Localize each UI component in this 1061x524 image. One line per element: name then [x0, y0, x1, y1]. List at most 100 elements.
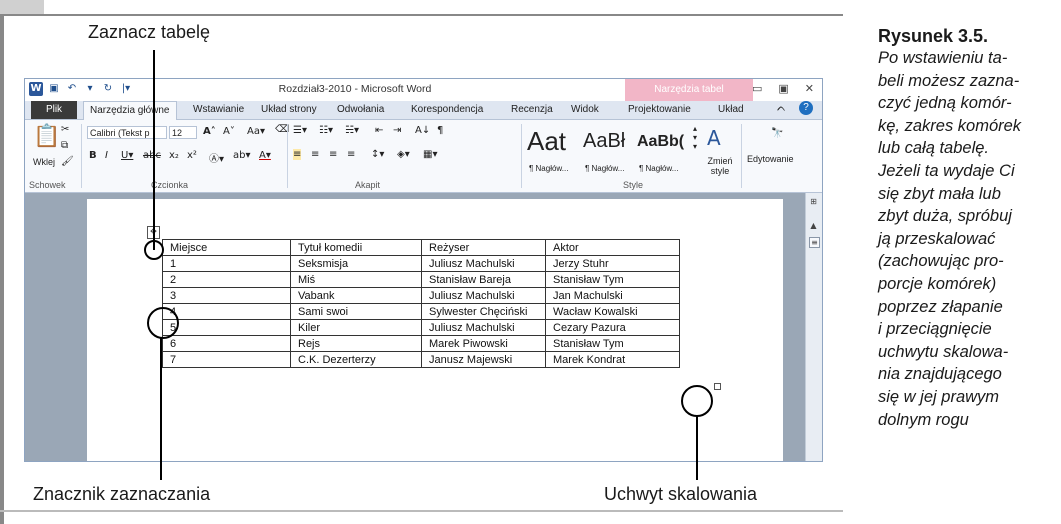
table-cell[interactable]: 4	[162, 303, 291, 320]
subscript-icon[interactable]: x₂	[169, 150, 179, 161]
styles-scroll-icon[interactable]: ▴ ▾ ▾	[693, 124, 697, 151]
tab-view[interactable]: Widok	[571, 104, 599, 115]
tab-review[interactable]: Recenzja	[511, 104, 553, 115]
style-heading-1[interactable]: AaBł ¶ Nagłów...	[583, 124, 633, 176]
minimize-icon[interactable]: ▭	[752, 82, 762, 95]
table-cell[interactable]: Seksmisja	[290, 255, 422, 272]
copy-icon[interactable]: ⧉	[61, 140, 68, 151]
table-cell[interactable]: Marek Kondrat	[545, 351, 680, 368]
increase-indent-icon[interactable]: ⇥	[393, 125, 401, 136]
font-color-icon[interactable]: A▾	[259, 150, 271, 161]
table-cell[interactable]: Sami swoi	[290, 303, 422, 320]
table-row[interactable]: 2 Miś Stanisław Bareja Stanisław Tym	[162, 271, 680, 288]
bold-icon[interactable]: B	[89, 150, 97, 161]
superscript-icon[interactable]: x²	[187, 150, 197, 161]
table-cell[interactable]: Sylwester Chęciński	[421, 303, 546, 320]
bullets-icon[interactable]: ☰▾	[293, 125, 307, 136]
table-cell[interactable]: Miś	[290, 271, 422, 288]
tab-references[interactable]: Odwołania	[337, 104, 384, 115]
paste-button[interactable]: Wklej	[33, 157, 55, 167]
scroll-thumb[interactable]: ≡	[809, 237, 820, 248]
scroll-up-icon[interactable]: ▲	[809, 221, 818, 230]
table-cell[interactable]: Stanisław Tym	[545, 271, 680, 288]
comedies-table[interactable]: Miejsce Tytuł komedii Reżyser Aktor 1 Seksmis…	[162, 239, 680, 368]
document-page[interactable]: ✥ MiejsceTytuł komediiReżyserAktor1Seksm…	[87, 199, 783, 461]
tab-home[interactable]: Narzędzia główne	[83, 101, 177, 120]
vertical-scrollbar[interactable]: ⊞ ▲ ≡	[805, 193, 822, 461]
format-painter-icon[interactable]: 🖌	[61, 156, 74, 167]
table-cell[interactable]: 1	[162, 255, 291, 272]
align-right-icon[interactable]: ≡	[329, 149, 337, 160]
table-cell[interactable]: Jerzy Stuhr	[545, 255, 680, 272]
table-cell[interactable]: Kiler	[290, 319, 422, 336]
font-name-select[interactable]: Calibri (Tekst p	[87, 126, 167, 139]
borders-icon[interactable]: ▦▾	[423, 149, 437, 160]
tab-design[interactable]: Projektowanie	[628, 104, 691, 115]
table-header-cell[interactable]: Tytuł komedii	[290, 239, 422, 256]
line-spacing-icon[interactable]: ↕▾	[371, 149, 384, 160]
table-cell[interactable]: Vabank	[290, 287, 422, 304]
tab-insert[interactable]: Wstawianie	[193, 104, 244, 115]
underline-icon[interactable]: U▾	[121, 150, 133, 161]
strikethrough-icon[interactable]: abc	[143, 150, 161, 161]
show-marks-icon[interactable]: ¶	[437, 125, 443, 136]
style-normal[interactable]: Aat ¶ Nagłów...	[527, 124, 577, 176]
style-heading-2[interactable]: AaBb( ¶ Nagłów...	[637, 124, 691, 176]
table-cell[interactable]: Jan Machulski	[545, 287, 680, 304]
table-cell[interactable]: Janusz Majewski	[421, 351, 546, 368]
table-row[interactable]: 4 Sami swoi Sylwester Chęciński Wacław Kowa…	[162, 303, 680, 320]
justify-icon[interactable]: ≡	[347, 149, 355, 160]
change-styles-button[interactable]: Zmień style	[705, 156, 735, 176]
table-cell[interactable]: Stanisław Tym	[545, 335, 680, 352]
help-icon[interactable]: ?	[799, 101, 813, 115]
ruler-toggle-icon[interactable]: ⊞	[809, 197, 818, 206]
table-row[interactable]: 7 C.K. Dezerterzy Janusz Majewski Marek Kon…	[162, 351, 680, 368]
table-row[interactable]: 1 Seksmisja Juliusz Machulski Jerzy Stuhr	[162, 255, 680, 272]
table-header-cell[interactable]: Miejsce	[162, 239, 291, 256]
editing-button[interactable]: Edytowanie	[747, 154, 794, 164]
table-cell[interactable]: C.K. Dezerterzy	[290, 351, 422, 368]
table-cell[interactable]: Juliusz Machulski	[421, 287, 546, 304]
table-cell[interactable]: 6	[162, 335, 291, 352]
tab-mailings[interactable]: Korespondencja	[411, 104, 483, 115]
maximize-icon[interactable]: ▣	[778, 82, 788, 95]
align-center-icon[interactable]: ≡	[311, 149, 319, 160]
tab-page-layout[interactable]: Układ strony	[261, 104, 317, 115]
shrink-font-icon[interactable]: A˅	[223, 126, 235, 137]
table-cell[interactable]: 2	[162, 271, 291, 288]
decrease-indent-icon[interactable]: ⇤	[375, 125, 383, 136]
table-resize-handle[interactable]	[714, 383, 721, 390]
table-cell[interactable]: Juliusz Machulski	[421, 319, 546, 336]
numbering-icon[interactable]: ☷▾	[319, 125, 333, 136]
cut-icon[interactable]: ✂	[61, 124, 69, 135]
paste-icon[interactable]: 📋	[33, 124, 60, 149]
table-cell[interactable]: 7	[162, 351, 291, 368]
table-cell[interactable]: 3	[162, 287, 291, 304]
multilevel-list-icon[interactable]: ☵▾	[345, 125, 359, 136]
table-header-cell[interactable]: Aktor	[545, 239, 680, 256]
table-cell[interactable]: Wacław Kowalski	[545, 303, 680, 320]
table-header-row[interactable]: Miejsce Tytuł komedii Reżyser Aktor	[162, 239, 680, 256]
table-row[interactable]: 6 Rejs Marek Piwowski Stanisław Tym	[162, 335, 680, 352]
table-cell[interactable]: 5	[162, 319, 291, 336]
find-icon[interactable]: 🔭	[771, 128, 783, 139]
minimize-ribbon-icon[interactable]: ᨈ	[777, 102, 786, 115]
sort-icon[interactable]: A↓	[415, 125, 430, 136]
change-styles-icon[interactable]: A	[707, 126, 721, 150]
grow-font-icon[interactable]: A˄	[203, 126, 216, 137]
close-icon[interactable]: ✕	[805, 82, 814, 95]
tab-layout[interactable]: Układ	[718, 104, 744, 115]
font-size-select[interactable]: 12	[169, 126, 197, 139]
tab-file[interactable]: Plik	[31, 101, 77, 119]
table-cell[interactable]: Cezary Pazura	[545, 319, 680, 336]
italic-icon[interactable]: I	[105, 150, 108, 161]
table-cell[interactable]: Stanisław Bareja	[421, 271, 546, 288]
table-cell[interactable]: Marek Piwowski	[421, 335, 546, 352]
change-case-icon[interactable]: Aa▾	[247, 126, 265, 137]
align-left-icon[interactable]: ≡	[293, 149, 302, 160]
highlight-icon[interactable]: ab▾	[233, 150, 251, 161]
table-cell[interactable]: Juliusz Machulski	[421, 255, 546, 272]
shading-icon[interactable]: ◈▾	[397, 149, 410, 160]
table-header-cell[interactable]: Reżyser	[421, 239, 546, 256]
table-cell[interactable]: Rejs	[290, 335, 422, 352]
